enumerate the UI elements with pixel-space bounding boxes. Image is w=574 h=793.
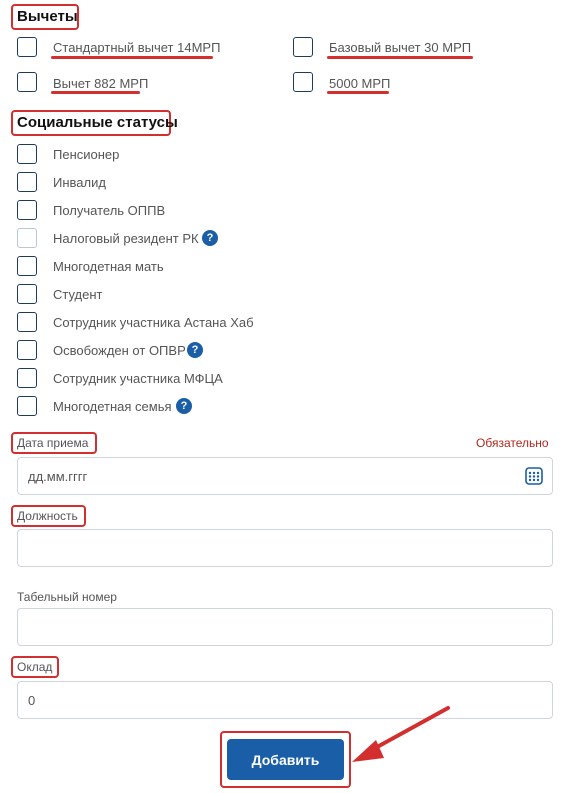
required-indicator: Обязательно [476, 436, 549, 450]
label-student: Студент [53, 287, 103, 302]
personnel-number-label: Табельный номер [17, 590, 117, 604]
checkbox-oppv-recipient[interactable] [17, 200, 37, 220]
label-mother-of-many: Многодетная мать [53, 259, 164, 274]
hire-date-label: Дата приема [17, 436, 89, 450]
add-button[interactable]: Добавить [227, 739, 344, 780]
deductions-title: Вычеты [17, 8, 78, 25]
hire-date-placeholder: дд.мм.гггг [28, 468, 88, 484]
checkbox-student[interactable] [17, 284, 37, 304]
label-standard-deduction: Стандартный вычет 14МРП [53, 40, 221, 55]
checkbox-disabled[interactable] [17, 172, 37, 192]
checkbox-base-deduction[interactable] [293, 37, 313, 57]
checkbox-astana-hub[interactable] [17, 312, 37, 332]
position-input[interactable] [17, 529, 553, 567]
help-icon[interactable]: ? [202, 230, 218, 246]
label-pensioner: Пенсионер [53, 147, 120, 162]
salary-input[interactable]: 0 [17, 681, 553, 719]
checkbox-mother-of-many[interactable] [17, 256, 37, 276]
label-astana-hub: Сотрудник участника Астана Хаб [53, 315, 254, 330]
social-statuses-title: Социальные статусы [17, 114, 178, 131]
label-deduction-882: Вычет 882 МРП [53, 76, 149, 91]
checkbox-pensioner[interactable] [17, 144, 37, 164]
checkbox-opvr-exempt[interactable] [17, 340, 37, 360]
label-large-family: Многодетная семья [53, 399, 172, 414]
hire-date-input[interactable]: дд.мм.гггг [17, 457, 553, 495]
checkbox-large-family[interactable] [17, 396, 37, 416]
position-label: Должность [17, 509, 78, 523]
help-icon[interactable]: ? [176, 398, 192, 414]
checkbox-deduction-5000[interactable] [293, 72, 313, 92]
label-disabled: Инвалид [53, 175, 106, 190]
label-deduction-5000: 5000 МРП [329, 76, 391, 91]
label-oppv-recipient: Получатель ОППВ [53, 203, 166, 218]
underline-standard-deduction [51, 56, 213, 59]
checkbox-tax-resident[interactable] [17, 228, 37, 248]
underline-deduction-5000 [327, 91, 389, 94]
checkbox-aifc[interactable] [17, 368, 37, 388]
calendar-icon[interactable] [525, 467, 543, 485]
label-base-deduction: Базовый вычет 30 МРП [329, 40, 472, 55]
label-aifc: Сотрудник участника МФЦА [53, 371, 223, 386]
salary-label: Оклад [17, 660, 53, 674]
checkbox-deduction-882[interactable] [17, 72, 37, 92]
underline-deduction-882 [51, 91, 140, 94]
salary-value: 0 [28, 692, 36, 708]
underline-base-deduction [327, 56, 473, 59]
arrow-annotation [352, 706, 450, 762]
checkbox-standard-deduction[interactable] [17, 37, 37, 57]
help-icon[interactable]: ? [187, 342, 203, 358]
label-opvr-exempt: Освобожден от ОПВР [53, 343, 186, 358]
personnel-number-input[interactable] [17, 608, 553, 646]
label-tax-resident: Налоговый резидент РК [53, 231, 199, 246]
